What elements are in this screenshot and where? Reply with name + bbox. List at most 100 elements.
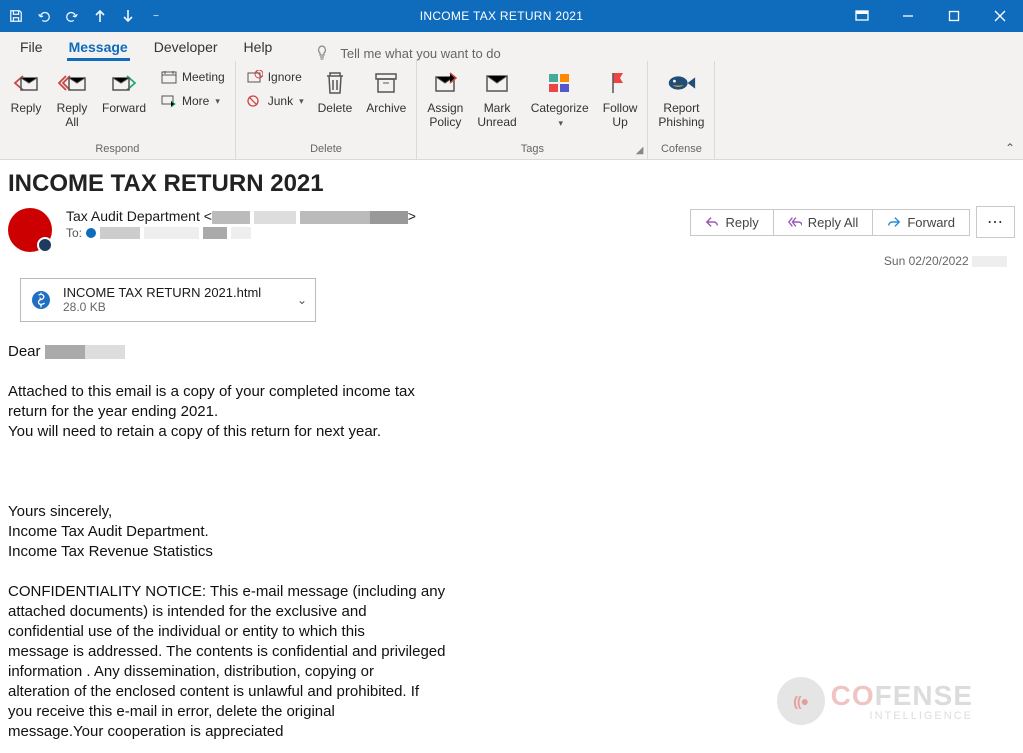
- action-forward-label: Forward: [907, 215, 955, 230]
- group-delete-label: Delete: [310, 143, 342, 157]
- tell-me[interactable]: Tell me what you want to do: [314, 45, 500, 61]
- categorize-button[interactable]: Categorize▾: [527, 65, 593, 132]
- tab-developer[interactable]: Developer: [152, 35, 220, 61]
- message-subject: INCOME TAX RETURN 2021: [8, 170, 1015, 206]
- forward-icon: [887, 215, 901, 229]
- action-reply-all-label: Reply All: [808, 215, 859, 230]
- junk-icon: [246, 92, 264, 110]
- message-body: Dear Attached to this email is a copy of…: [0, 342, 1023, 742]
- reply-button[interactable]: Reply: [6, 65, 46, 117]
- reply-all-button[interactable]: Reply All: [52, 65, 92, 131]
- delete-button[interactable]: Delete: [314, 65, 357, 117]
- redacted-time: [972, 256, 1007, 267]
- assign-policy-icon: [429, 67, 461, 99]
- action-reply-button[interactable]: Reply: [690, 209, 773, 236]
- collapse-ribbon-icon[interactable]: ⌃: [1005, 141, 1015, 155]
- meeting-icon: [160, 68, 178, 86]
- group-cofense-label: Cofense: [661, 143, 702, 157]
- archive-button[interactable]: Archive: [362, 65, 410, 117]
- action-forward-button[interactable]: Forward: [872, 209, 970, 236]
- save-icon[interactable]: [8, 8, 24, 24]
- forward-icon: [108, 67, 140, 99]
- delete-icon: [319, 67, 351, 99]
- arrow-up-icon[interactable]: [92, 8, 108, 24]
- action-more-button[interactable]: ⋯: [976, 206, 1015, 238]
- group-delete: Ignore Junk ▾ Delete Archive Delete: [236, 61, 418, 159]
- reply-icon: [10, 67, 42, 99]
- meeting-label: Meeting: [182, 70, 225, 84]
- message-header: INCOME TAX RETURN 2021 Tax Audit Departm…: [0, 160, 1023, 342]
- follow-up-icon: [604, 67, 636, 99]
- from-line: Tax Audit Department < >: [66, 208, 691, 224]
- meeting-button[interactable]: Meeting: [156, 67, 229, 87]
- lightbulb-icon: [314, 45, 330, 61]
- attachment-name: INCOME TAX RETURN 2021.html: [63, 285, 287, 300]
- attachment-chevron-icon[interactable]: ⌄: [297, 293, 307, 307]
- mark-unread-label: Mark Unread: [477, 101, 516, 129]
- attachment-size: 28.0 KB: [63, 300, 287, 315]
- undo-icon[interactable]: [36, 8, 52, 24]
- tab-file[interactable]: File: [18, 35, 45, 61]
- report-phishing-button[interactable]: Report Phishing: [654, 65, 708, 131]
- action-reply-all-button[interactable]: Reply All: [773, 209, 874, 236]
- reply-all-icon: [788, 215, 802, 229]
- reply-icon: [705, 215, 719, 229]
- tags-dialog-launcher-icon[interactable]: ◢: [636, 145, 644, 156]
- group-cofense: Report Phishing Cofense: [648, 61, 715, 159]
- follow-up-button[interactable]: Follow Up: [599, 65, 642, 131]
- sender-avatar: [8, 208, 52, 252]
- qat-customize-icon[interactable]: −: [148, 8, 164, 24]
- mark-unread-button[interactable]: Mark Unread: [473, 65, 520, 131]
- categorize-icon: [544, 67, 576, 99]
- more-button[interactable]: More▾: [156, 91, 229, 111]
- archive-label: Archive: [366, 101, 406, 115]
- recipient-chip-icon: [86, 228, 96, 238]
- minimize-button[interactable]: [885, 0, 931, 32]
- chevron-down-icon: ▾: [558, 118, 563, 128]
- to-line: To:: [66, 226, 691, 240]
- attachment-info: INCOME TAX RETURN 2021.html 28.0 KB: [63, 285, 287, 315]
- report-phishing-icon: [665, 67, 697, 99]
- assign-policy-label: Assign Policy: [427, 101, 463, 129]
- follow-up-label: Follow Up: [603, 101, 638, 129]
- more-label: More: [182, 94, 209, 108]
- attachment[interactable]: INCOME TAX RETURN 2021.html 28.0 KB ⌄: [20, 278, 316, 322]
- reply-label: Reply: [11, 101, 42, 115]
- junk-button[interactable]: Junk ▾: [242, 91, 308, 111]
- more-icon: [160, 92, 178, 110]
- redo-icon[interactable]: [64, 8, 80, 24]
- archive-icon: [370, 67, 402, 99]
- group-respond: Reply Reply All Forward Meeting More▾: [0, 61, 236, 159]
- chevron-down-icon: ▾: [299, 96, 304, 107]
- ignore-label: Ignore: [268, 70, 302, 84]
- assign-policy-button[interactable]: Assign Policy: [423, 65, 467, 131]
- forward-button[interactable]: Forward: [98, 65, 150, 117]
- reply-all-label: Reply All: [57, 101, 88, 129]
- junk-label: Junk: [268, 94, 293, 108]
- tab-message[interactable]: Message: [67, 35, 130, 61]
- from-name: Tax Audit Department: [66, 208, 200, 224]
- close-button[interactable]: [977, 0, 1023, 32]
- to-label: To:: [66, 226, 82, 240]
- tab-help[interactable]: Help: [242, 35, 275, 61]
- categorize-label: Categorize▾: [531, 101, 589, 130]
- report-phishing-label: Report Phishing: [658, 101, 704, 129]
- message-date: Sun 02/20/2022: [8, 254, 1015, 268]
- message-actions: Reply Reply All Forward ⋯: [691, 206, 1015, 238]
- ribbon: Reply Reply All Forward Meeting More▾: [0, 61, 1023, 160]
- mark-unread-icon: [481, 67, 513, 99]
- ignore-button[interactable]: Ignore: [242, 67, 308, 87]
- tell-me-text: Tell me what you want to do: [340, 46, 500, 61]
- group-tags-label: Tags: [521, 143, 544, 157]
- reply-all-icon: [56, 67, 88, 99]
- arrow-down-icon[interactable]: [120, 8, 136, 24]
- ribbon-display-icon[interactable]: [839, 0, 885, 32]
- ignore-icon: [246, 68, 264, 86]
- action-reply-label: Reply: [725, 215, 758, 230]
- maximize-button[interactable]: [931, 0, 977, 32]
- forward-label: Forward: [102, 101, 146, 115]
- group-tags: Assign Policy Mark Unread Categorize▾ Fo…: [417, 61, 648, 159]
- window-controls: [839, 0, 1023, 32]
- quick-access-toolbar: −: [0, 8, 164, 24]
- html-file-icon: [29, 288, 53, 312]
